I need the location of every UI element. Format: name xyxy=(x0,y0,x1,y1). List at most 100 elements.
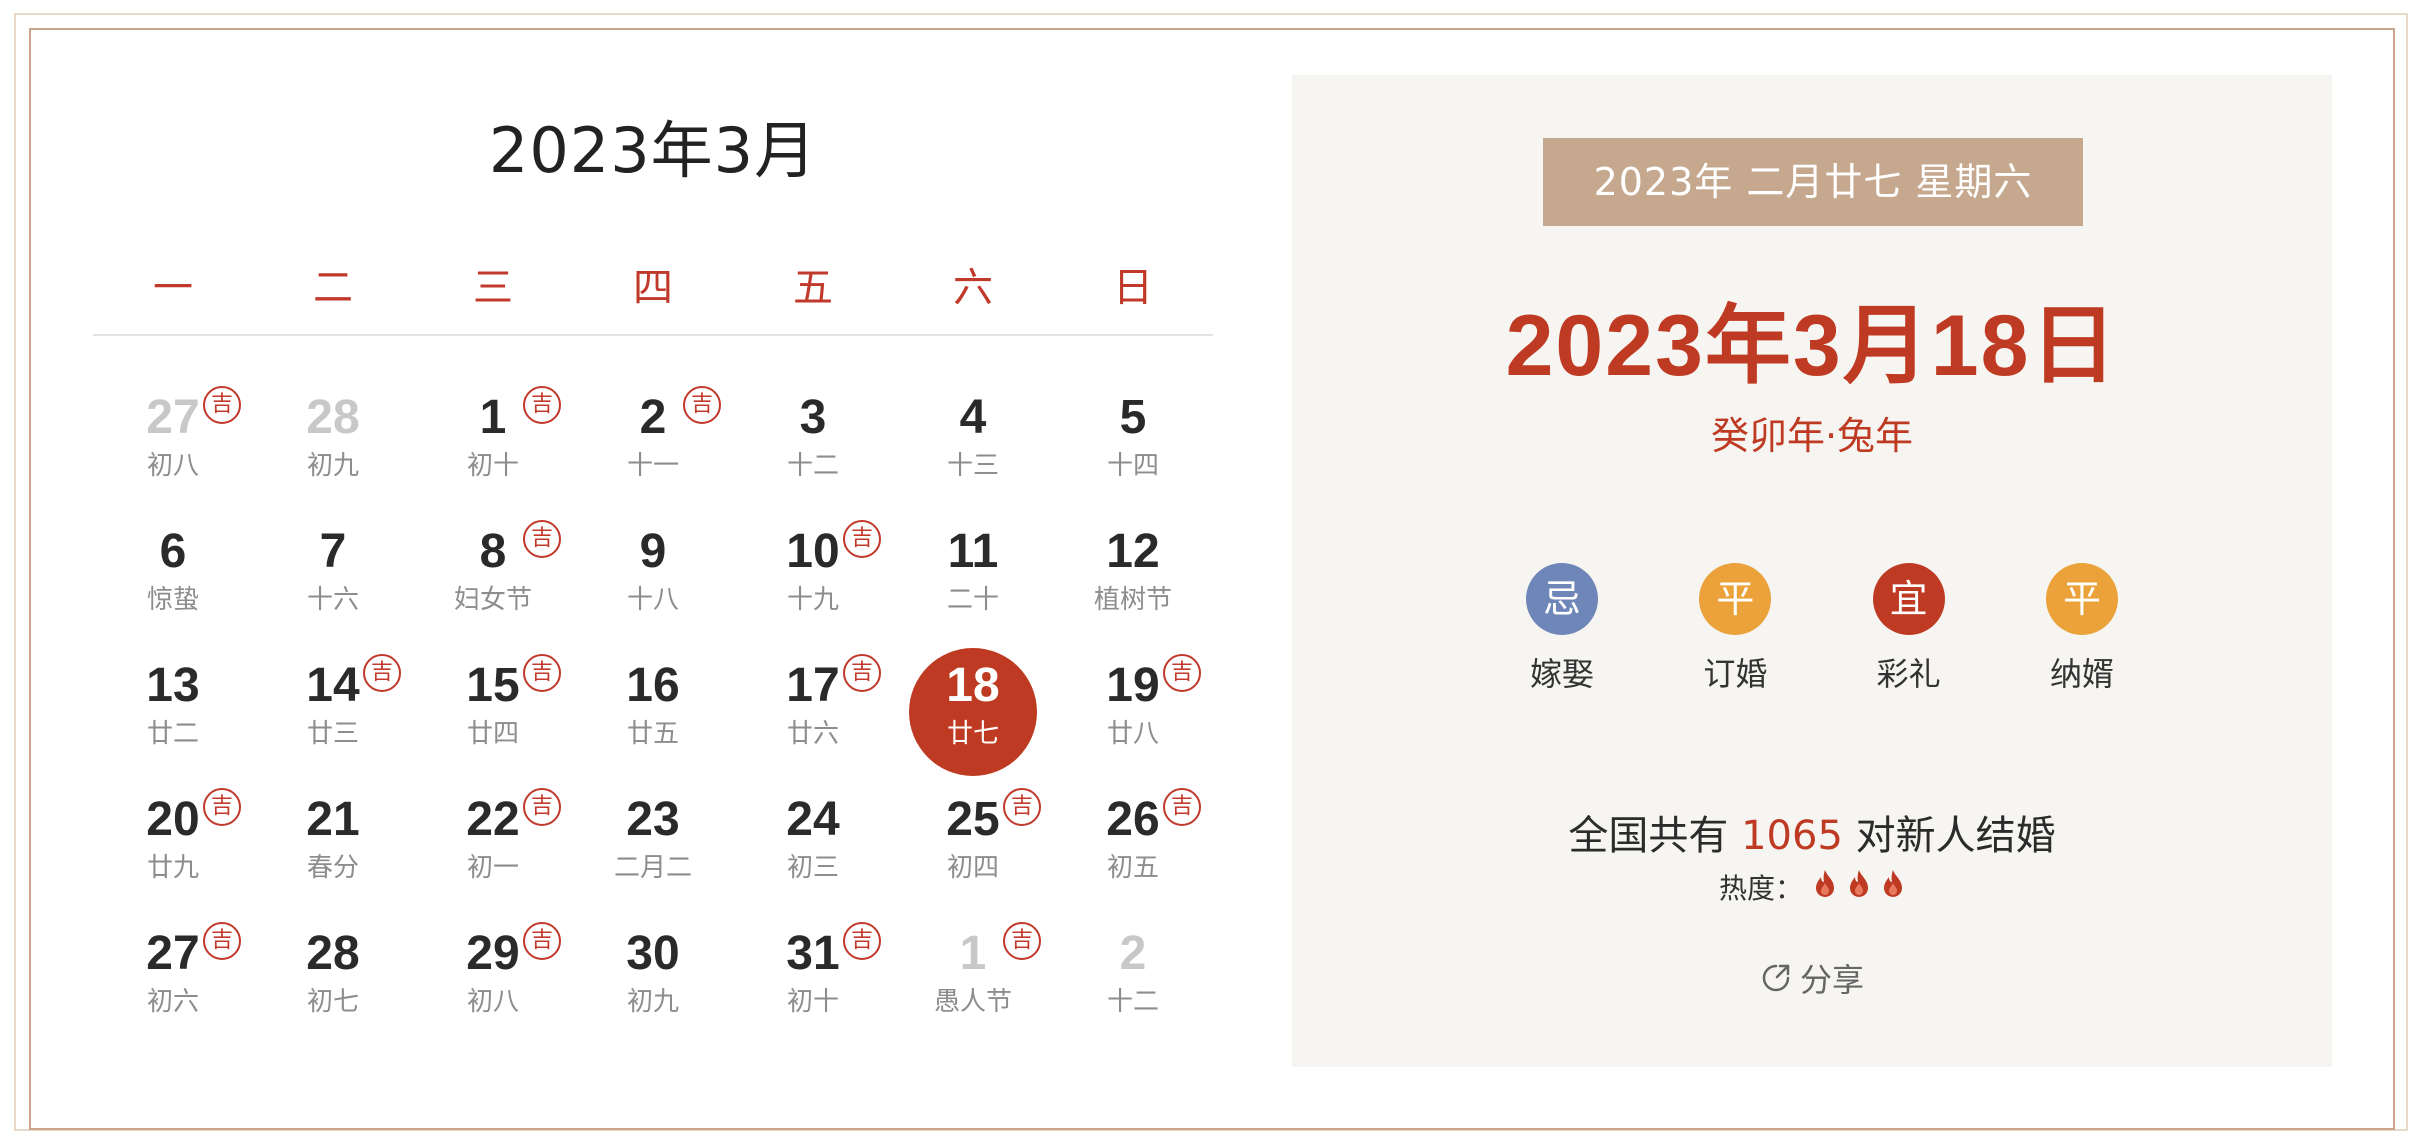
day-cell[interactable]: 31 初十吉 xyxy=(733,916,893,1050)
auspicious-badge: 吉 xyxy=(1163,788,1201,826)
lunar-day: 十一 xyxy=(626,451,679,481)
day-number: 4 xyxy=(959,391,987,444)
lunar-day: 十九 xyxy=(786,585,839,615)
day-cell[interactable]: 20 廿九吉 xyxy=(93,782,253,916)
auspicious-badge: 吉 xyxy=(523,386,561,424)
item-badge: 平 xyxy=(2045,563,2118,635)
auspicious-badge: 吉 xyxy=(203,922,241,960)
day-cell[interactable]: 22 初一吉 xyxy=(413,782,573,916)
day-number: 2 xyxy=(639,391,667,444)
day-cell[interactable]: 2 十一吉 xyxy=(573,380,733,514)
day-cell[interactable]: 1 愚人节 吉 xyxy=(893,916,1053,1050)
auspicious-badge: 吉 xyxy=(683,386,721,424)
day-cell[interactable]: 26 初五吉 xyxy=(1053,782,1213,916)
auspicious-badge: 吉 xyxy=(523,520,561,558)
weekday-sat: 六 xyxy=(953,265,993,311)
lunar-day: 廿八 xyxy=(1106,719,1159,749)
item-dinghun: 平 订婚 xyxy=(1685,563,1785,703)
lunar-day: 妇女节 xyxy=(453,585,532,615)
lunar-day: 十八 xyxy=(626,585,679,615)
day-number: 6 xyxy=(159,525,187,578)
auspicious-badge: 吉 xyxy=(1163,654,1201,692)
day-cell[interactable]: 10 十九吉 xyxy=(733,514,893,648)
day-cell[interactable]: 17 廿六吉 xyxy=(733,648,893,782)
auspicious-badge: 吉 xyxy=(1003,788,1041,826)
day-number: 18 xyxy=(946,659,1000,712)
day-cell[interactable]: 19 廿八吉 xyxy=(1053,648,1213,782)
flame-icon xyxy=(1850,869,1868,897)
day-number: 10 xyxy=(786,525,840,578)
lunar-day: 二十 xyxy=(946,585,999,615)
lunar-day: 初七 xyxy=(306,987,359,1017)
day-cell-selected[interactable]: 18 廿七 xyxy=(893,648,1053,782)
auspicious-badge: 吉 xyxy=(523,922,561,960)
day-cell[interactable]: 27 初六吉 xyxy=(93,916,253,1050)
day-cell[interactable]: 12 植树节 xyxy=(1053,514,1213,648)
day-number: 12 xyxy=(1106,525,1160,578)
auspicious-badge: 吉 xyxy=(843,922,881,960)
selected-date: 2023年3月18日 xyxy=(1505,298,2119,394)
item-badge: 平 xyxy=(1699,563,1772,635)
item-caili: 宜 彩礼 xyxy=(1859,563,1959,703)
lunar-date-tag: 2023年 二月廿七 星期六 xyxy=(1543,138,2083,226)
weekday-thu: 四 xyxy=(633,265,673,311)
calendar: 2023年3月 一 二 三 四 五 六 日 27 初八吉 28 初九 1 初十吉 2 十一吉 3… xyxy=(93,80,1213,1040)
weekday-sun: 日 xyxy=(1113,265,1153,311)
day-cell[interactable]: 21 春分 xyxy=(253,782,413,916)
day-number: 25 xyxy=(946,793,1000,846)
auspicious-badge: 吉 xyxy=(203,386,241,424)
weekday-mon: 一 xyxy=(153,265,193,311)
lunar-day: 愚人节 xyxy=(933,987,1012,1017)
auspicious-items: 忌 嫁娶 平 订婚 宜 彩礼 平 纳婿 xyxy=(1512,563,2132,703)
share-button[interactable]: 分享 xyxy=(1292,955,2332,1001)
day-cell[interactable]: 25 初四吉 xyxy=(893,782,1053,916)
day-cell[interactable]: 8 妇女节 吉 xyxy=(413,514,573,648)
day-cell[interactable]: 9 十八 xyxy=(573,514,733,648)
day-cell[interactable]: 7 十六 xyxy=(253,514,413,648)
day-number: 3 xyxy=(799,391,827,444)
lunar-day: 廿五 xyxy=(626,719,679,749)
day-cell[interactable]: 29 初八吉 xyxy=(413,916,573,1050)
day-cell[interactable]: 13 廿二 xyxy=(93,648,253,782)
day-cell[interactable]: 28 初七 xyxy=(253,916,413,1050)
day-number: 30 xyxy=(626,927,680,980)
heat-flames xyxy=(1803,869,1905,906)
weekday-tue: 二 xyxy=(313,265,353,311)
auspicious-badge: 吉 xyxy=(523,788,561,826)
item-jiaqu: 忌 嫁娶 xyxy=(1512,563,1612,703)
day-cell[interactable]: 11 二十 xyxy=(893,514,1053,648)
day-number: 11 xyxy=(947,525,999,578)
day-cell[interactable]: 5 十四 xyxy=(1053,380,1213,514)
item-label: 嫁娶 xyxy=(1529,655,1594,693)
day-cell[interactable]: 16 廿五 xyxy=(573,648,733,782)
day-cell[interactable]: 15 廿四吉 xyxy=(413,648,573,782)
heat-rating: 热度： xyxy=(1292,867,2332,907)
day-cell[interactable]: 14 廿三吉 xyxy=(253,648,413,782)
day-number: 27 xyxy=(146,927,200,980)
day-number: 31 xyxy=(786,927,840,980)
day-number: 23 xyxy=(626,793,680,846)
day-number: 27 xyxy=(146,391,200,444)
day-cell[interactable]: 6 惊蛰 xyxy=(93,514,253,648)
lunar-day: 十六 xyxy=(306,585,359,615)
stat-prefix: 全国共有 xyxy=(1568,813,1729,859)
day-cell[interactable]: 28 初九 xyxy=(253,380,413,514)
day-number: 19 xyxy=(1106,659,1160,712)
lunar-day: 植树节 xyxy=(1093,585,1172,615)
day-cell[interactable]: 30 初九 xyxy=(573,916,733,1050)
item-naxu: 平 纳婿 xyxy=(2032,563,2132,703)
share-label: 分享 xyxy=(1799,961,1864,999)
share-icon xyxy=(1762,964,1790,992)
lunar-day: 春分 xyxy=(306,853,359,883)
day-cell[interactable]: 27 初八吉 xyxy=(93,380,253,514)
lunar-day: 初九 xyxy=(626,987,679,1017)
day-cell[interactable]: 3 十二 xyxy=(733,380,893,514)
day-cell[interactable]: 4 十三 xyxy=(893,380,1053,514)
day-cell[interactable]: 23 二月二 xyxy=(573,782,733,916)
lunar-day: 廿三 xyxy=(306,719,359,749)
lunar-day: 十四 xyxy=(1106,451,1159,481)
day-cell[interactable]: 2 十二 xyxy=(1053,916,1213,1050)
day-cell[interactable]: 24 初三 xyxy=(733,782,893,916)
day-cell[interactable]: 1 初十吉 xyxy=(413,380,573,514)
item-badge: 忌 xyxy=(1526,563,1598,635)
